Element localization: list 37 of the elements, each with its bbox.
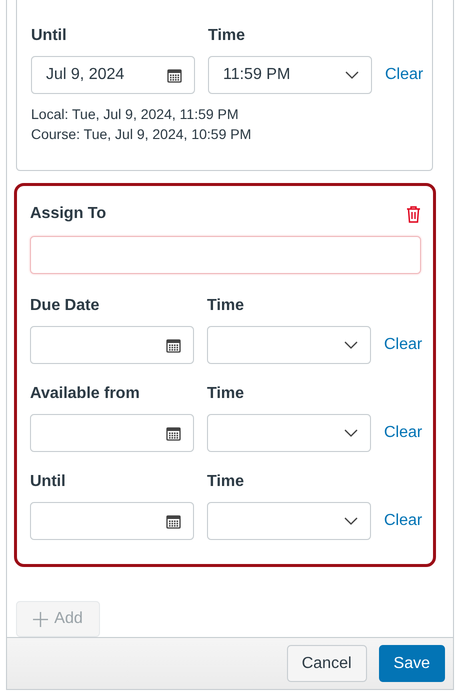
field-label: Until xyxy=(31,26,68,46)
field-label: Due Date xyxy=(30,296,100,316)
delete-button[interactable] xyxy=(406,206,421,222)
field-label: Time xyxy=(207,472,246,492)
time-select[interactable]: 11:59 PM xyxy=(208,56,372,94)
date-field[interactable]: Jul 9, 2024 xyxy=(31,56,195,94)
field-label: Time xyxy=(208,26,246,46)
clear-link[interactable]: Clear xyxy=(384,424,422,442)
calendar-icon xyxy=(166,514,181,528)
field-label: Assign To xyxy=(30,204,106,224)
field-label: Available from xyxy=(30,384,141,404)
calendar-icon xyxy=(166,426,181,440)
time-select[interactable] xyxy=(207,502,371,540)
calendar-icon xyxy=(167,68,182,82)
trash-icon xyxy=(406,206,421,222)
field-label: Time xyxy=(207,384,246,404)
chevron-down-icon xyxy=(344,429,358,437)
assign-to-field[interactable] xyxy=(30,236,421,274)
clear-link[interactable]: Clear xyxy=(385,66,424,84)
date-field[interactable] xyxy=(30,502,194,540)
date-field[interactable] xyxy=(30,326,194,364)
chevron-down-icon xyxy=(344,517,358,525)
cancel-button[interactable]: Cancel xyxy=(286,645,367,682)
field-label: Until xyxy=(30,472,67,492)
calendar-icon xyxy=(166,338,181,352)
date-field[interactable] xyxy=(30,414,194,452)
clear-link[interactable]: Clear xyxy=(384,512,422,530)
chevron-down-icon xyxy=(344,341,358,349)
plus-icon xyxy=(33,612,48,626)
field-label: Time xyxy=(207,296,246,316)
chevron-down-icon xyxy=(345,71,359,79)
time-select[interactable] xyxy=(207,326,371,364)
clear-link[interactable]: Clear xyxy=(384,336,422,354)
time-select[interactable] xyxy=(207,414,371,452)
save-button[interactable]: Save xyxy=(378,645,445,682)
course-time-text: Course: Tue, Jul 9, 2024, 10:59 PM xyxy=(31,125,252,144)
local-time-text: Local: Tue, Jul 9, 2024, 11:59 PM xyxy=(31,105,240,124)
